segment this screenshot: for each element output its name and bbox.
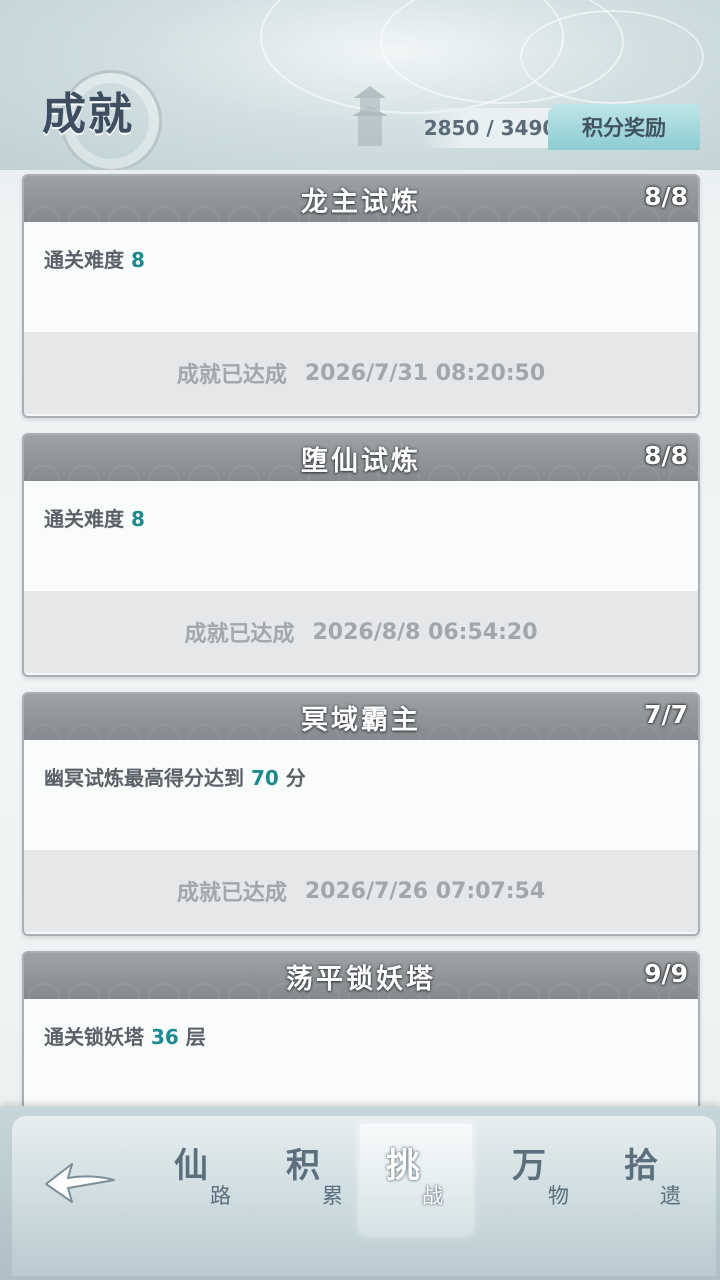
completion-date: 2026/8/8 06:54:20	[312, 619, 538, 645]
description-value: 36	[150, 1025, 179, 1049]
tab-main-char: 仙	[174, 1146, 208, 1186]
achievement-progress: 7/7	[644, 700, 688, 729]
page-title: 成就	[42, 89, 134, 140]
tab-main-char: 挑	[386, 1146, 420, 1186]
decorative-arc	[520, 10, 704, 104]
achievement-card: 堕仙试炼 8/8 通关难度 8 成就已达成 2026/8/8 06:54:20	[22, 433, 700, 677]
description-value: 8	[130, 248, 145, 272]
description-suffix: 分	[278, 766, 306, 790]
tab-main-char: 万	[512, 1146, 546, 1186]
achievement-title: 冥域霸主	[301, 704, 421, 736]
achievement-card: 冥域霸主 7/7 幽冥试炼最高得分达到 70 分 成就已达成 2026/7/26…	[22, 692, 700, 936]
status-text: 成就已达成	[184, 622, 295, 647]
achievement-progress: 8/8	[644, 182, 688, 211]
tab-sub-char: 战	[422, 1184, 443, 1208]
description-text: 通关难度	[44, 507, 131, 531]
card-header: 堕仙试炼 8/8	[24, 435, 698, 481]
completion-date: 2026/7/31 08:20:50	[304, 360, 546, 386]
tab-wanwu[interactable]: 万 物	[486, 1124, 598, 1234]
achievement-title: 荡平锁妖塔	[286, 963, 436, 995]
status-text: 成就已达成	[176, 881, 287, 906]
tab-main-char: 积	[286, 1146, 320, 1186]
achievement-title: 堕仙试炼	[301, 445, 421, 477]
achievement-title: 龙主试炼	[301, 186, 421, 218]
description-suffix: 层	[178, 1025, 206, 1049]
achievement-description: 幽冥试炼最高得分达到 70 分	[24, 740, 698, 850]
tab-sub-char: 遗	[660, 1184, 681, 1208]
tab-main-char: 拾	[624, 1146, 658, 1186]
tab-sub-char: 累	[322, 1184, 343, 1208]
card-header: 荡平锁妖塔 9/9	[24, 953, 698, 999]
tab-shiyi[interactable]: 拾 遗	[598, 1124, 710, 1234]
tab-tiaozhan[interactable]: 挑 战	[360, 1124, 472, 1234]
tab-sub-char: 物	[548, 1184, 569, 1208]
achievement-progress: 9/9	[644, 959, 688, 988]
points-reward-button[interactable]: 积分奖励	[548, 104, 700, 150]
tab-jilei[interactable]: 积 累	[260, 1124, 372, 1234]
nav-panel: 仙 路 积 累 挑 战 万 物 拾 遗	[12, 1116, 716, 1276]
achievement-card: 龙主试炼 8/8 通关难度 8 成就已达成 2026/7/31 08:20:50	[22, 174, 700, 418]
achievement-status-bar: 成就已达成 2026/8/8 06:54:20	[24, 591, 698, 673]
description-text: 幽冥试炼最高得分达到	[44, 766, 251, 790]
description-value: 8	[130, 507, 145, 531]
status-text: 成就已达成	[176, 363, 287, 388]
back-arrow-icon[interactable]	[42, 1158, 118, 1208]
achievement-status-bar: 成就已达成 2026/7/31 08:20:50	[24, 332, 698, 414]
achievement-progress: 8/8	[644, 441, 688, 470]
description-value: 70	[250, 766, 279, 790]
achievement-description: 通关锁妖塔 36 层	[24, 999, 698, 1109]
tab-xianlu[interactable]: 仙 路	[148, 1124, 260, 1234]
bottom-navigation: 仙 路 积 累 挑 战 万 物 拾 遗	[0, 1106, 720, 1280]
completion-date: 2026/7/26 07:07:54	[304, 878, 546, 904]
achievement-status-bar: 成就已达成 2026/7/26 07:07:54	[24, 850, 698, 932]
card-header: 龙主试炼 8/8	[24, 176, 698, 222]
description-text: 通关难度	[44, 248, 131, 272]
description-text: 通关锁妖塔	[44, 1025, 151, 1049]
card-header: 冥域霸主 7/7	[24, 694, 698, 740]
achievement-description: 通关难度 8	[24, 481, 698, 591]
tab-sub-char: 路	[210, 1184, 231, 1208]
achievement-description: 通关难度 8	[24, 222, 698, 332]
page-header: 成就 2850 / 3490 积分奖励	[0, 0, 720, 170]
pavilion-icon	[352, 86, 388, 146]
score-display: 2850 / 3490	[420, 108, 560, 148]
